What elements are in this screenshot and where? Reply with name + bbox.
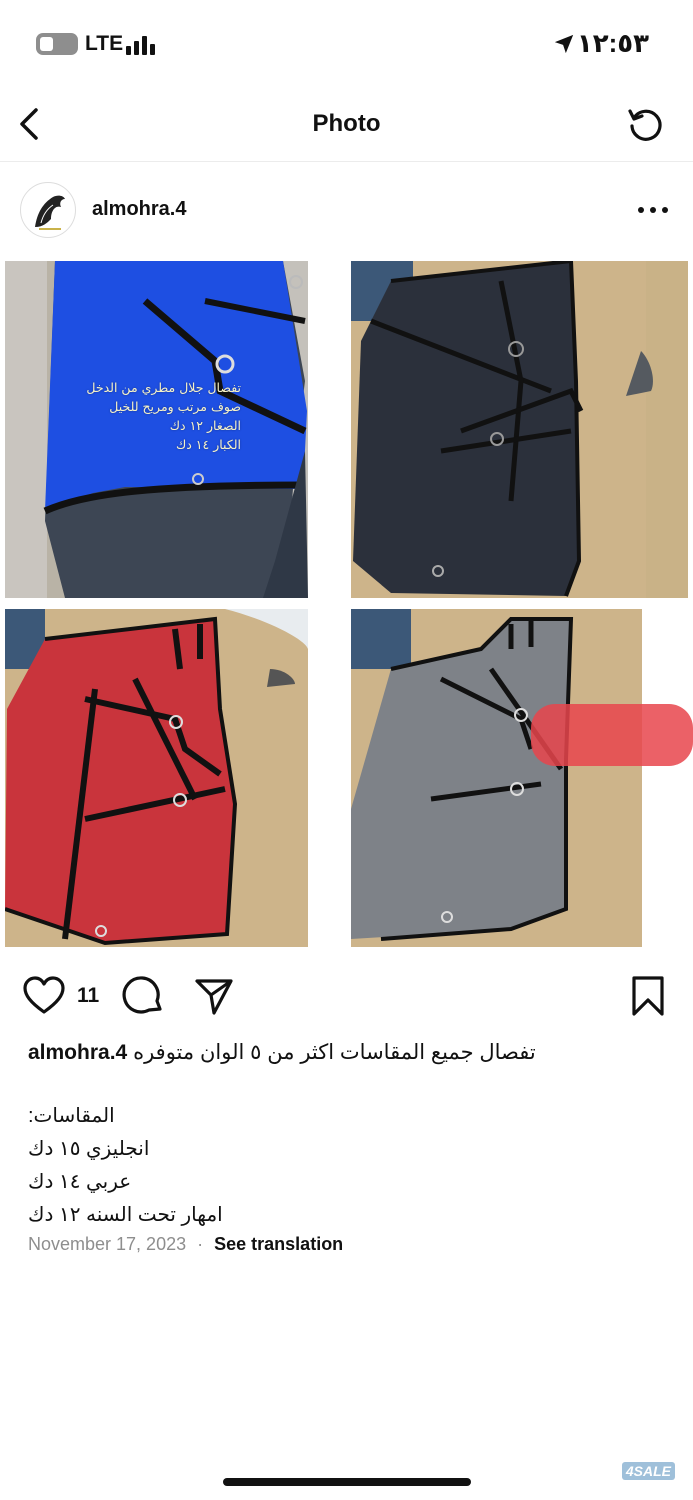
photo-black-blanket <box>351 261 688 598</box>
avatar[interactable] <box>20 182 76 238</box>
image-overlay-caption: تفصال جلال مطري من الدخل صوف مرتب ومريح … <box>63 378 241 454</box>
caption-line: امهار تحت السنه ١٢ دك <box>28 1204 223 1226</box>
post-header: almohra.4 <box>0 170 693 254</box>
like-count[interactable]: 11 <box>77 984 99 1008</box>
status-bar: LTE ١٢:٥٣ <box>0 0 693 88</box>
photo-blue-blanket: تفصال جلال مطري من الدخل صوف مرتب ومريح … <box>5 261 308 598</box>
overlay-line: تفصال جلال مطري من الدخل <box>86 380 241 395</box>
caption-first-line: almohra.4 تفصال جميع المقاسات اكثر من ٥ … <box>28 1036 668 1070</box>
comment-icon[interactable] <box>122 974 166 1018</box>
share-icon[interactable] <box>192 974 236 1018</box>
caption-text: تفصال جميع المقاسات اكثر من ٥ الوان متوف… <box>133 1041 536 1064</box>
photo-grey-blanket <box>351 609 693 947</box>
bookmark-icon[interactable] <box>626 974 670 1018</box>
watermark-logo: 4SALE <box>621 1462 675 1480</box>
caption-username[interactable]: almohra.4 <box>28 1041 127 1064</box>
status-time: ١٢:٥٣ <box>576 28 649 58</box>
overlay-line: الصغار ١٢ دك <box>169 418 241 433</box>
page-title: Photo <box>312 110 381 137</box>
caption-line: المقاسات: <box>28 1105 115 1127</box>
battery-icon <box>36 33 78 55</box>
network-type: LTE <box>85 32 124 55</box>
location-arrow-icon <box>554 34 574 54</box>
overlay-line: الكبار ١٤ دك <box>175 437 241 452</box>
more-icon[interactable] <box>635 198 671 222</box>
home-indicator[interactable] <box>223 1478 471 1486</box>
see-translation-link[interactable]: See translation <box>214 1234 343 1254</box>
nav-bar: Photo <box>0 88 693 162</box>
photo-red-blanket <box>5 609 308 947</box>
post-photo-collage[interactable]: تفصال جلال مطري من الدخل صوف مرتب ومريح … <box>0 261 693 947</box>
post-date: November 17, 2023 <box>28 1234 187 1254</box>
post-username[interactable]: almohra.4 <box>92 198 186 221</box>
post-actions: 11 <box>0 968 693 1022</box>
caption-line: انجليزي ١٥ دك <box>28 1138 150 1160</box>
meta-separator: · <box>197 1234 204 1254</box>
caption-line: عربي ١٤ دك <box>28 1171 132 1193</box>
post-meta: November 17, 2023 · See translation <box>28 1234 343 1255</box>
signal-icon <box>126 33 158 55</box>
overlay-line: صوف مرتب ومريح للخيل <box>109 399 241 414</box>
caption-sizes: المقاسات: انجليزي ١٥ دك عربي ١٤ دك امهار… <box>28 1100 668 1232</box>
refresh-icon[interactable] <box>625 104 665 144</box>
post-caption: almohra.4 تفصال جميع المقاسات اكثر من ٥ … <box>28 1036 668 1232</box>
heart-icon[interactable] <box>22 974 66 1018</box>
